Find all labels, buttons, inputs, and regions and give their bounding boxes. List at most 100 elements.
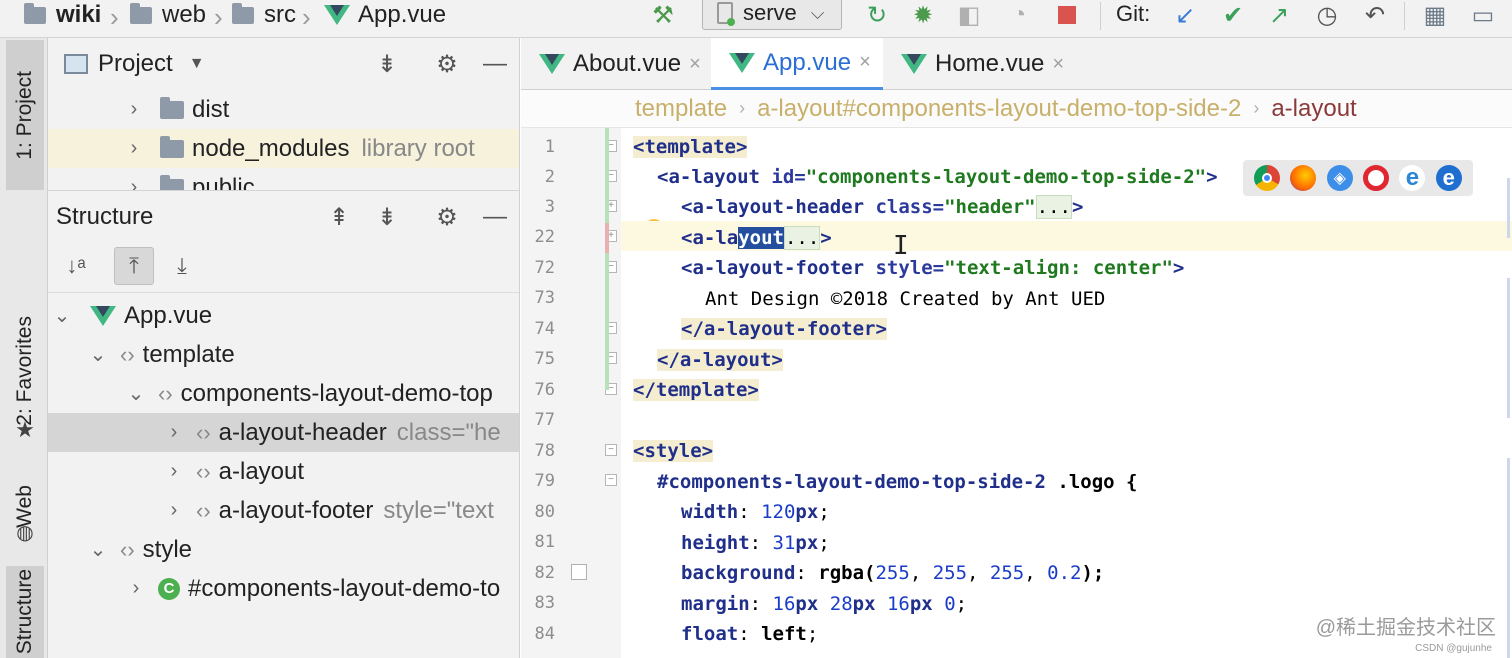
structure-panel: Structure ⇞ ⇟ ⚙ — ↓ᵃ ⤒ ⤓ ⌄ App.vue ⌄ ‹› … (48, 190, 520, 658)
folder-icon (130, 2, 152, 24)
line-number: 72 (534, 258, 555, 278)
breadcrumb-a-layout-id[interactable]: a-layout#components-layout-demo-top-side… (757, 95, 1241, 123)
edge-icon[interactable]: e (1435, 165, 1462, 191)
line-number: 83 (534, 593, 555, 613)
close-icon[interactable]: × (1052, 53, 1064, 76)
tab-about-vue[interactable]: About.vue × (521, 38, 711, 90)
structure-row-a-layout[interactable]: › ‹› a-layout (48, 452, 519, 491)
nav-crumb-web[interactable]: web (130, 0, 206, 30)
autoscroll-from-source-icon[interactable]: ⤓ (162, 247, 202, 285)
git-commit-icon[interactable]: ✔ (1218, 0, 1248, 30)
toolbar-divider (1404, 2, 1405, 30)
project-structure-icon[interactable]: ▦ (1420, 0, 1450, 30)
stop-icon[interactable] (1052, 0, 1082, 30)
line-number: 80 (534, 502, 555, 522)
breadcrumb-a-layout[interactable]: a-layout (1271, 95, 1356, 123)
project-icon (64, 54, 88, 74)
structure-row-css-selector[interactable]: › C #components-layout-demo-to (48, 569, 519, 608)
structure-row-style[interactable]: ⌄ ‹› style (48, 530, 519, 569)
rollback-icon[interactable]: ↶ (1360, 0, 1390, 30)
sort-alpha-icon[interactable]: ↓ᵃ (56, 247, 96, 285)
chevron-right-icon[interactable]: › (124, 577, 148, 600)
fold-marker-icon[interactable]: − (605, 444, 617, 456)
tool-tab-structure[interactable]: Structure (6, 566, 44, 658)
chevron-down-icon[interactable]: ⌄ (86, 342, 110, 367)
dropdown-arrow-icon[interactable]: ▼ (189, 55, 205, 73)
structure-row-components-layout[interactable]: ⌄ ‹› components-layout-demo-top (48, 374, 519, 413)
collapse-all-icon[interactable]: ⇟ (372, 50, 402, 79)
chevron-right-icon[interactable]: › (162, 499, 186, 522)
code-line: <a-layout-header class="header"...> (681, 195, 1084, 219)
chevron-right-icon[interactable]: › (162, 421, 186, 444)
structure-row-a-layout-footer[interactable]: › ‹› a-layout-footer style="text (48, 491, 519, 530)
minimize-icon[interactable]: — (480, 50, 510, 78)
chevron-right-icon[interactable]: › (124, 137, 144, 160)
fold-marker-icon[interactable]: − (605, 474, 617, 486)
internet-explorer-icon[interactable]: e (1399, 164, 1426, 191)
chevron-right-icon[interactable]: › (124, 98, 144, 121)
expand-all-icon[interactable]: ⇞ (324, 203, 354, 232)
git-push-icon[interactable]: ↗ (1264, 0, 1294, 30)
firefox-icon[interactable] (1290, 165, 1317, 191)
close-icon[interactable]: × (689, 53, 701, 76)
debug-bug-icon[interactable]: ✹ (908, 0, 938, 30)
minimize-icon[interactable]: — (480, 203, 510, 231)
code-area[interactable]: <template> <a-layout id="components-layo… (621, 128, 1512, 658)
profile-icon[interactable]: ◔ (1004, 0, 1034, 30)
chevron-down-icon[interactable]: ⌄ (86, 537, 110, 562)
code-line: width: 120px; (681, 501, 830, 523)
tool-window-strip: 1: Project 2: Favorites ★ Web ◍ Structur… (0, 38, 48, 658)
chevron-right-icon: › (302, 2, 311, 32)
chevron-right-icon[interactable]: › (162, 460, 186, 483)
color-swatch-icon[interactable] (571, 564, 587, 580)
chevron-down-icon[interactable]: ⌄ (124, 381, 148, 406)
chevron-down-icon[interactable]: ⌄ (50, 303, 74, 328)
opera-icon[interactable] (1363, 165, 1390, 191)
structure-row-a-layout-header[interactable]: › ‹› a-layout-header class="he (48, 413, 519, 452)
code-line: height: 31px; (681, 532, 830, 554)
tag-icon: ‹› (196, 458, 211, 484)
scrollbar[interactable] (1504, 128, 1512, 658)
nav-crumb-app-vue[interactable]: App.vue (324, 0, 446, 30)
tree-item-public[interactable]: › public (48, 168, 519, 190)
line-number: 3 (544, 197, 555, 217)
vcs-modified-marker (605, 223, 609, 253)
chevron-right-icon[interactable]: › (124, 176, 144, 190)
history-icon[interactable]: ◷ (1312, 0, 1342, 30)
gear-icon[interactable]: ⚙ (432, 50, 462, 79)
tree-item-node-modules[interactable]: › node_modules library root (48, 129, 519, 168)
chevron-right-icon: › (739, 98, 746, 118)
tab-home-vue[interactable]: Home.vue × (883, 38, 1067, 90)
project-view-select[interactable]: Project (98, 50, 173, 78)
tag-icon: ‹› (120, 341, 135, 367)
coverage-icon[interactable]: ◧ (954, 0, 984, 30)
nav-crumb-wiki[interactable]: wiki (24, 0, 101, 30)
collapse-all-icon[interactable]: ⇟ (372, 203, 402, 232)
structure-row-template[interactable]: ⌄ ‹› template (48, 335, 519, 374)
tab-app-vue[interactable]: App.vue × (711, 38, 883, 90)
build-hammer-icon[interactable]: ⚒ (648, 0, 678, 30)
breadcrumb-template[interactable]: template (635, 95, 727, 123)
folder-icon (24, 2, 46, 24)
git-update-icon[interactable]: ↙ (1170, 0, 1200, 30)
star-icon: ★ (15, 417, 35, 442)
terminal-icon[interactable]: ▭ (1468, 0, 1498, 30)
tag-icon: ‹› (158, 380, 173, 406)
safari-icon[interactable]: ◈ (1326, 165, 1353, 191)
git-label: Git: (1116, 1, 1151, 26)
rerun-icon[interactable]: ↻ (862, 0, 892, 30)
vcs-change-marker (605, 128, 609, 390)
code-line: Ant Design ©2018 Created by Ant UED (705, 288, 1106, 310)
line-number: 82 (534, 563, 555, 583)
run-config-select[interactable]: serve ⌵ (702, 0, 842, 30)
tool-tab-project[interactable]: 1: Project (6, 40, 44, 190)
nav-crumb-src[interactable]: src (232, 0, 296, 30)
autoscroll-to-source-icon[interactable]: ⤒ (114, 247, 154, 285)
tree-item-dist[interactable]: › dist (48, 90, 519, 129)
chrome-icon[interactable] (1254, 165, 1281, 191)
vue-icon (729, 52, 755, 73)
structure-row-app-vue[interactable]: ⌄ App.vue (48, 296, 519, 335)
code-line: background: rgba(255, 255, 255, 0.2); (681, 562, 1105, 584)
close-icon[interactable]: × (859, 51, 871, 74)
gear-icon[interactable]: ⚙ (432, 203, 462, 232)
